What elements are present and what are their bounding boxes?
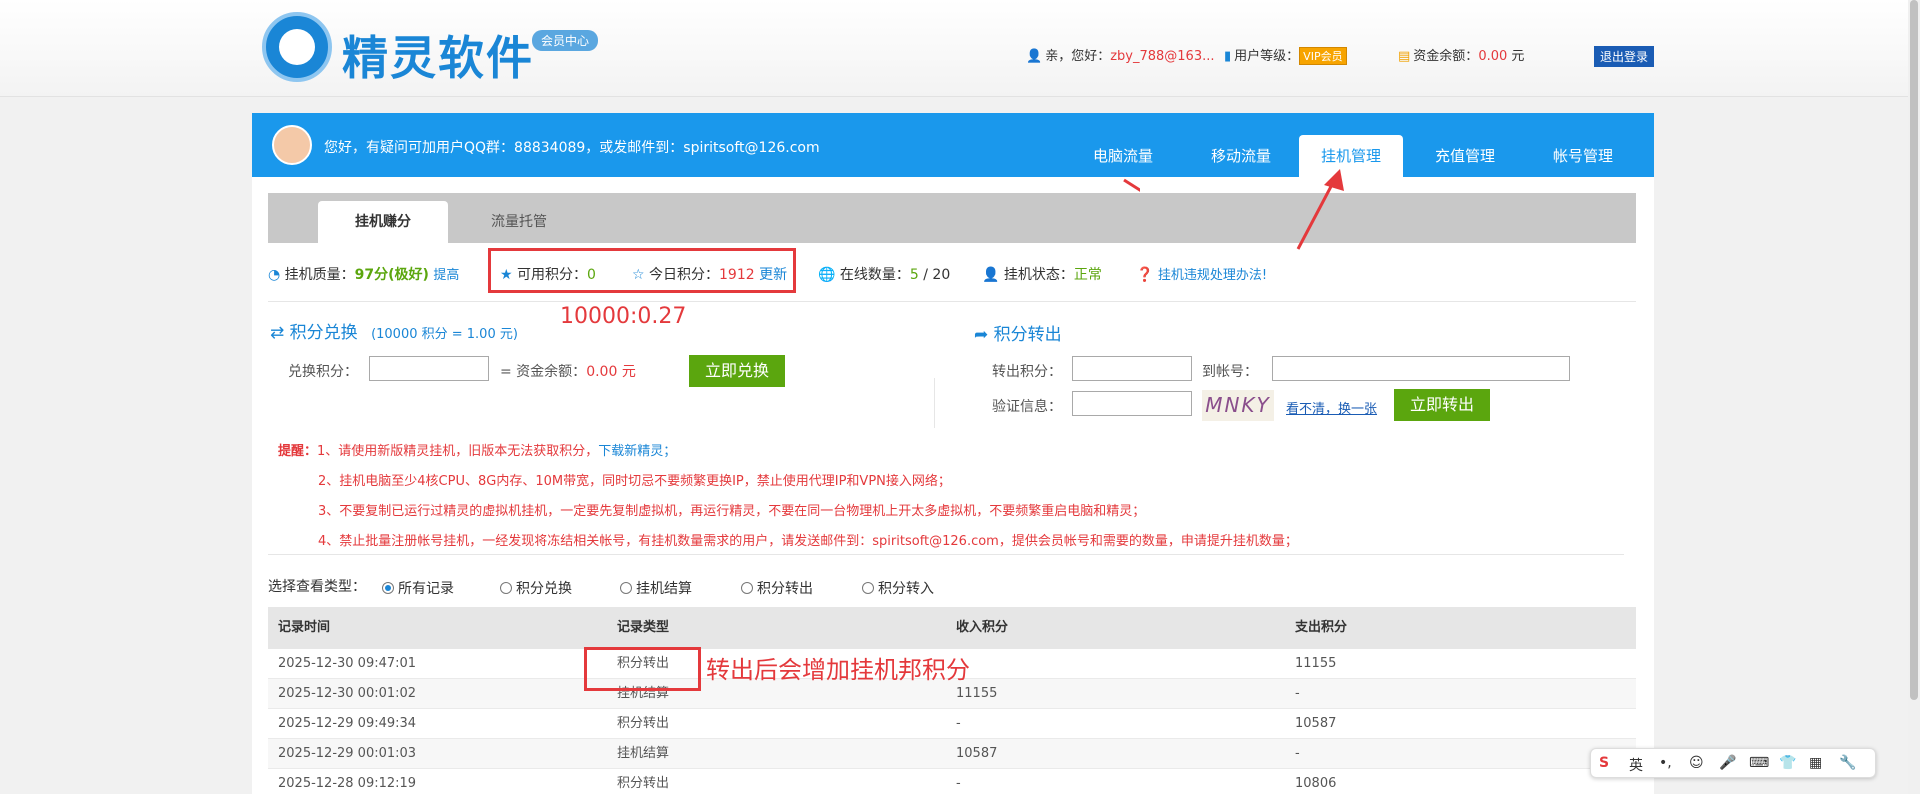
radio-transfer-out[interactable]: 积分转出: [741, 578, 813, 598]
microphone-icon[interactable]: 🎤: [1719, 755, 1736, 771]
highlight-points-box: [488, 248, 796, 293]
violation-help: ❓ 挂机违规处理办法!: [1136, 264, 1267, 284]
download-link[interactable]: 下载新精灵；: [598, 444, 676, 459]
reminder-line-1: 提醒：1、请使用新版精灵挂机，旧版本无法获取积分，下载新精灵；: [278, 444, 677, 459]
highlight-type-box: [584, 647, 701, 691]
exchange-result: = 资金余额：0.00 元: [500, 364, 636, 380]
scroll-thumb[interactable]: [1910, 0, 1918, 700]
reminder-line-3: 3、不要复制已运行过精灵的虚拟机挂机，一定要先复制虚拟机，再运行精灵，不要在同一…: [318, 504, 1146, 519]
level-badge: VIP会员: [1299, 47, 1347, 65]
radio-all-records[interactable]: 所有记录: [382, 578, 454, 598]
person-icon: 👤: [982, 267, 1000, 283]
verify-code-input[interactable]: [1072, 391, 1192, 416]
globe-icon: 🌐: [818, 267, 836, 283]
user-greeting: 👤 亲，您好：zby_788@163...: [1026, 49, 1215, 64]
table-row: 2025-12-29 00:01:03 挂机结算 10587 -: [268, 739, 1636, 769]
subtab-hangup-earn[interactable]: 挂机赚分: [318, 201, 448, 243]
red-arrow-annotation: [1123, 178, 1140, 192]
records-table: 记录时间 记录类型 收入积分 支出积分 2025-12-30 09:47:01 …: [268, 607, 1636, 794]
radio-icon[interactable]: [500, 582, 512, 594]
header-expense: 支出积分: [1295, 620, 1348, 635]
exchange-now-button[interactable]: 立即兑换: [689, 355, 785, 387]
exchange-icon: ⇄: [270, 323, 285, 343]
level-icon: ▮: [1224, 49, 1232, 64]
arrow-shaft: [1123, 178, 1140, 192]
exchange-section-title: ⇄ 积分兑换 (10000 积分 = 1.00 元): [270, 323, 518, 343]
hangup-quality: ◔ 挂机质量：97分(极好) 提高: [268, 267, 460, 283]
table-row: 2025-12-29 09:49:34 积分转出 - 10587: [268, 709, 1636, 739]
exchange-points-label: 兑换积分：: [288, 364, 358, 380]
radio-exchange[interactable]: 积分兑换: [500, 578, 572, 598]
fund-balance: ▤ 资金余额：0.00 元: [1398, 49, 1525, 64]
arrow-icon: [1296, 169, 1344, 250]
sub-tab-bar: 挂机赚分 流量托管: [268, 193, 1636, 243]
tab-recharge-management[interactable]: 充值管理: [1410, 135, 1520, 177]
wallet-icon: ▤: [1398, 49, 1411, 64]
emoji-icon[interactable]: ☺: [1689, 755, 1704, 771]
violation-link[interactable]: 挂机违规处理办法!: [1158, 268, 1267, 283]
radio-icon[interactable]: [862, 582, 874, 594]
transfer-annotation: 转出后会增加挂机邦积分: [706, 656, 970, 684]
transfer-now-button[interactable]: 立即转出: [1394, 389, 1490, 421]
radio-transfer-in[interactable]: 积分转入: [862, 578, 934, 598]
refresh-captcha-link[interactable]: 看不清，换一张: [1286, 398, 1377, 417]
vertical-divider: [934, 378, 935, 428]
header-type: 记录类型: [617, 620, 670, 635]
logout-button[interactable]: 退出登录: [1594, 46, 1655, 67]
radio-icon[interactable]: [741, 582, 753, 594]
divider: [268, 554, 1624, 555]
main-panel: 您好，有疑问可加用户QQ群：88834089，或发邮件到：spiritsoft@…: [252, 113, 1654, 794]
logo-face-icon: [279, 29, 315, 65]
transfer-points-label: 转出积分：: [992, 364, 1062, 380]
captcha-image[interactable]: MNKY: [1202, 390, 1274, 421]
user-level: ▮ 用户等级： VIP会员: [1224, 45, 1347, 65]
header-income: 收入积分: [956, 620, 1009, 635]
table-header: 记录时间 记录类型 收入积分 支出积分: [268, 607, 1636, 649]
user-icon: 👤: [1026, 49, 1043, 64]
radio-settlement[interactable]: 挂机结算: [620, 578, 692, 598]
filter-label: 选择查看类型：: [268, 579, 366, 595]
tools-icon[interactable]: 🔧: [1839, 755, 1856, 771]
reminder-line-2: 2、挂机电脑至少4核CPU、8G内存、10M带宽，同时切忌不要频繁更换IP，禁止…: [318, 474, 951, 489]
target-account-input[interactable]: [1272, 356, 1570, 381]
sogou-logo-icon[interactable]: S: [1599, 755, 1609, 771]
top-header: 精灵软件 会员中心 👤 亲，您好：zby_788@163... ▮ 用户等级： VIP…: [0, 0, 1908, 97]
grid-icon[interactable]: ▦: [1809, 755, 1822, 771]
ime-lang-toggle[interactable]: 英: [1629, 755, 1643, 775]
page-scrollbar[interactable]: [1908, 0, 1920, 794]
tab-account-management[interactable]: 帐号管理: [1528, 135, 1638, 177]
subtab-traffic-hosting[interactable]: 流量托管: [454, 201, 584, 243]
skin-icon[interactable]: 👕: [1779, 755, 1796, 771]
header-time: 记录时间: [278, 620, 331, 635]
transfer-section-title: ➦ 积分转出: [974, 325, 1062, 345]
ratio-annotation: 10000:0.27: [560, 304, 687, 329]
blue-nav-bar: 您好，有疑问可加用户QQ群：88834089，或发邮件到：spiritsoft@…: [252, 113, 1654, 177]
brand-name[interactable]: 精灵软件: [342, 22, 534, 88]
divider: [268, 301, 1636, 302]
reminder-line-4: 4、禁止批量注册帐号挂机，一经发现将冻结相关帐号，有挂机数量需求的用户，请发送邮…: [318, 534, 1298, 549]
share-arrow-icon: ➦: [974, 325, 989, 345]
target-account-label: 到帐号：: [1202, 364, 1258, 380]
radio-icon[interactable]: [620, 582, 632, 594]
improve-link[interactable]: 提高: [433, 268, 459, 283]
member-center-badge: 会员中心: [532, 30, 599, 51]
quality-icon: ◔: [268, 267, 281, 283]
username[interactable]: zby_788@163...: [1110, 49, 1214, 64]
avatar: [272, 125, 312, 165]
transfer-points-input[interactable]: [1072, 356, 1192, 381]
punctuation-icon[interactable]: •,: [1659, 755, 1672, 771]
brand-logo[interactable]: [262, 12, 332, 82]
verify-label: 验证信息：: [992, 399, 1062, 415]
radio-selected-icon[interactable]: [382, 582, 394, 594]
support-notice: 您好，有疑问可加用户QQ群：88834089，或发邮件到：spiritsoft@…: [324, 140, 820, 156]
tab-mobile-traffic[interactable]: 移动流量: [1186, 135, 1296, 177]
online-count: 🌐 在线数量：5 / 20: [818, 267, 951, 283]
keyboard-icon[interactable]: ⌨: [1749, 755, 1769, 771]
exchange-points-input[interactable]: [369, 356, 489, 381]
table-row: 2025-12-28 09:12:19 积分转出 - 10806: [268, 769, 1636, 794]
ime-toolbar: S 英 •, ☺ 🎤 ⌨ 👕 ▦ 🔧: [1590, 748, 1876, 778]
